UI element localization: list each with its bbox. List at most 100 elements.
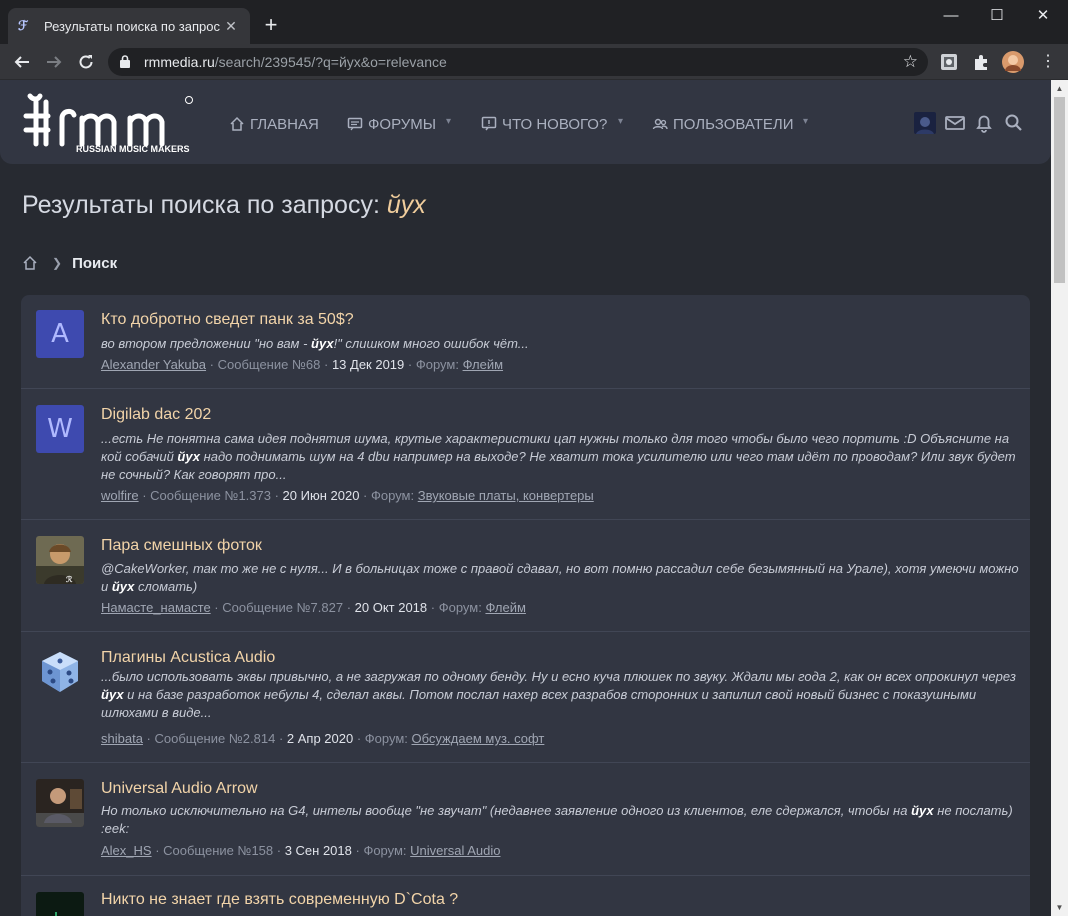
- breadcrumb-chevron-icon: ❯: [52, 256, 63, 270]
- snippet-text: !" слишком много ошибок чёт...: [333, 336, 529, 351]
- result-title[interactable]: Плагины Acustica Audio: [101, 649, 275, 667]
- breadcrumb-current[interactable]: Поиск: [72, 255, 117, 272]
- result-forum-link[interactable]: Обсуждаем муз. софт: [412, 731, 545, 746]
- search-results: A Кто добротно сведет панк за 50$? во вт…: [21, 295, 1030, 916]
- result-date: 2 Апр 2020: [286, 731, 354, 746]
- page-viewport: RUSSIAN MUSIC MAKERS ГЛАВНАЯ ФОРУМЫ ▾ ЧТ…: [0, 80, 1068, 916]
- url-path: /search/239545/?q=йух&o=relevance: [214, 54, 447, 70]
- extension-screenshot-icon[interactable]: [938, 51, 960, 73]
- browser-menu-icon[interactable]: ⋮: [1034, 48, 1062, 76]
- close-window-button[interactable]: ✕: [1020, 0, 1066, 32]
- avatar[interactable]: ℛ: [36, 536, 84, 584]
- result-post-number: Сообщение №1.373: [150, 488, 271, 503]
- result-title[interactable]: Кто добротно сведет панк за 50$?: [101, 311, 354, 329]
- users-icon: [652, 118, 668, 130]
- snippet-highlight: йух: [177, 449, 200, 464]
- user-avatar[interactable]: [914, 112, 936, 134]
- search-result: W Digilab dac 202 ...есть Не понятна сам…: [21, 389, 1030, 520]
- result-author[interactable]: wolfire: [101, 488, 139, 503]
- bell-icon[interactable]: [973, 112, 995, 134]
- breadcrumb: ❯ Поиск: [22, 253, 117, 273]
- forum-label: Форум:: [364, 731, 408, 746]
- tab-title: Результаты поиска по запросу: й: [44, 18, 220, 34]
- mail-icon[interactable]: [944, 112, 966, 134]
- maximize-button[interactable]: ☐: [974, 0, 1020, 32]
- result-author[interactable]: shibata: [101, 731, 143, 746]
- forums-dropdown-chevron-icon[interactable]: ▾: [446, 116, 451, 127]
- result-forum-link[interactable]: Звуковые платы, конвертеры: [418, 488, 594, 503]
- users-dropdown-chevron-icon[interactable]: ▾: [803, 116, 808, 127]
- search-result: A Кто добротно сведет панк за 50$? во вт…: [21, 295, 1030, 389]
- scroll-thumb[interactable]: [1054, 97, 1065, 283]
- address-bar[interactable]: rmmedia.ru/search/239545/?q=йух&o=releva…: [108, 48, 928, 76]
- nav-forums[interactable]: ФОРУМЫ: [347, 114, 436, 134]
- result-forum-link[interactable]: Флейм: [485, 600, 525, 615]
- site-header: RUSSIAN MUSIC MAKERS ГЛАВНАЯ ФОРУМЫ ▾ ЧТ…: [0, 80, 1051, 164]
- back-button[interactable]: [8, 48, 36, 76]
- avatar[interactable]: [36, 779, 84, 827]
- browser-tabbar: ℱ Результаты поиска по запросу: й ✕ + — …: [0, 0, 1068, 44]
- extensions-puzzle-icon[interactable]: [970, 51, 992, 73]
- forward-button[interactable]: [40, 48, 68, 76]
- new-tab-button[interactable]: +: [258, 12, 284, 38]
- avatar[interactable]: A: [36, 310, 84, 358]
- result-forum-link[interactable]: Флейм: [463, 357, 503, 372]
- result-author[interactable]: Alexander Yakuba: [101, 357, 206, 372]
- search-query: йух: [386, 191, 426, 219]
- nav-users-label: ПОЛЬЗОВАТЕЛИ: [673, 115, 794, 133]
- nav-whats-new[interactable]: ЧТО НОВОГО?: [481, 114, 607, 134]
- result-title[interactable]: Пара смешных фоток: [101, 537, 262, 555]
- result-title[interactable]: Universal Audio Arrow: [101, 780, 258, 798]
- bookmark-star-icon[interactable]: ☆: [903, 52, 918, 72]
- snippet-highlight: йух: [911, 803, 934, 818]
- reload-button[interactable]: [72, 48, 100, 76]
- result-meta: Alexander Yakuba · Сообщение №68 · 13 Де…: [101, 357, 504, 372]
- whats-new-icon: [481, 116, 497, 131]
- profile-avatar[interactable]: [1002, 51, 1024, 73]
- page-scrollbar[interactable]: ▲ ▼: [1051, 80, 1068, 916]
- forum-icon: [347, 117, 363, 131]
- nav-whats-new-label: ЧТО НОВОГО?: [502, 115, 608, 133]
- avatar[interactable]: W: [36, 405, 84, 453]
- search-icon[interactable]: [1003, 112, 1025, 134]
- scroll-up-arrow-icon[interactable]: ▲: [1051, 80, 1068, 97]
- result-title[interactable]: Digilab dac 202: [101, 406, 211, 424]
- snippet-text: сломать): [134, 579, 198, 594]
- scroll-down-arrow-icon[interactable]: ▼: [1051, 899, 1068, 916]
- home-icon: [230, 116, 244, 131]
- url-host: rmmedia.ru: [144, 54, 215, 70]
- nav-home[interactable]: ГЛАВНАЯ: [229, 114, 319, 134]
- avatar[interactable]: [36, 648, 84, 696]
- result-forum-link[interactable]: Universal Audio: [410, 843, 500, 858]
- rmm-logo[interactable]: RUSSIAN MUSIC MAKERS: [22, 88, 197, 154]
- rmm-favicon-icon: ℱ: [18, 18, 29, 33]
- page-title: Результаты поиска по запросу: йух: [22, 191, 426, 220]
- result-date: 20 Июн 2020: [282, 488, 360, 503]
- search-result: Плагины Acustica Audio ...было использов…: [21, 632, 1030, 763]
- snippet-text: Но только исключительно на G4, интелы во…: [101, 803, 912, 818]
- search-result: Universal Audio Arrow Но только исключит…: [21, 763, 1030, 876]
- snippet-highlight: йух: [111, 579, 135, 594]
- tab-close-icon[interactable]: ✕: [222, 17, 240, 35]
- result-meta: wolfire · Сообщение №1.373 · 20 Июн 2020…: [101, 488, 594, 503]
- result-post-number: Сообщение №2.814: [154, 731, 276, 746]
- result-author[interactable]: Намасте_намасте: [101, 600, 211, 615]
- nav-users[interactable]: ПОЛЬЗОВАТЕЛИ: [652, 114, 794, 134]
- whats-new-dropdown-chevron-icon[interactable]: ▾: [618, 116, 623, 127]
- avatar[interactable]: [36, 892, 84, 916]
- nav-home-label: ГЛАВНАЯ: [250, 115, 319, 133]
- reload-icon: [79, 55, 93, 69]
- result-snippet: во втором предложении "но вам - йух!" сл…: [101, 335, 1021, 353]
- arrow-left-icon: [14, 56, 29, 68]
- breadcrumb-home-icon[interactable]: [22, 255, 38, 271]
- browser-tab[interactable]: ℱ Результаты поиска по запросу: й ✕: [8, 8, 250, 44]
- forum-label: Форум:: [438, 600, 482, 615]
- snippet-text: надо поднимать шум на 4 dbu например на …: [101, 449, 1016, 482]
- minimize-button[interactable]: —: [928, 0, 974, 32]
- result-title[interactable]: Никто не знает где взять современную D`C…: [101, 891, 458, 909]
- result-date: 13 Дек 2019: [331, 357, 405, 372]
- svg-text:ℛ: ℛ: [66, 575, 73, 584]
- result-snippet: @CakeWorker, так то же не с нуля... И в …: [101, 560, 1021, 596]
- result-author[interactable]: Alex_HS: [101, 843, 152, 858]
- result-post-number: Сообщение №158: [163, 843, 274, 858]
